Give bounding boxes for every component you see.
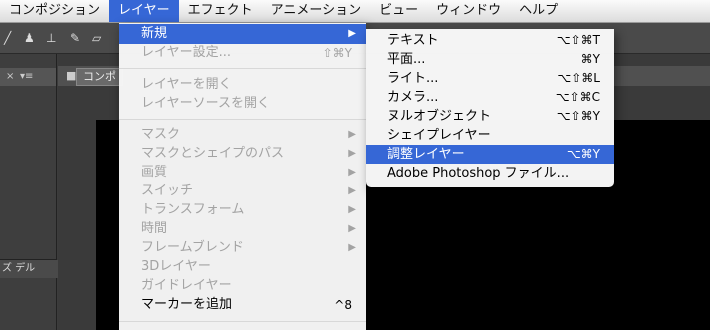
menubar-item-effect[interactable]: エフェクト	[179, 0, 262, 22]
menu-separator	[119, 119, 366, 120]
menu-item-frame-blending[interactable]: フレームブレンド ▶	[119, 238, 366, 258]
menu-item-label: レイヤー設定...	[141, 45, 232, 60]
timeline-column-header: ズ デル	[0, 260, 58, 278]
menu-item-label: レイヤーを開く	[141, 77, 232, 92]
lock-icon[interactable]: ■	[66, 69, 76, 82]
puppet-tool-icon[interactable]: ♟	[24, 32, 38, 44]
menu-item-mask[interactable]: マスク ▶	[119, 125, 366, 145]
eraser-tool-icon[interactable]: ▱	[92, 32, 106, 44]
menu-item-label: フレームブレンド	[141, 240, 244, 255]
submenu-item-label: シェイプレイヤー	[387, 128, 491, 143]
submenu-item-light[interactable]: ライト... ⌥⇧⌘L	[366, 69, 614, 88]
submenu-item-label: ライト...	[387, 71, 439, 86]
menubar-item-composition[interactable]: コンポジション	[0, 0, 109, 22]
menu-item-new[interactable]: 新規 ▶	[119, 24, 366, 44]
submenu-arrow-icon: ▶	[348, 223, 356, 234]
menu-item-label: レイヤーソースを開く	[141, 96, 270, 111]
submenu-item-photoshop-file[interactable]: Adobe Photoshop ファイル...	[366, 164, 614, 183]
submenu-item-shortcut: ⌘Y	[580, 52, 600, 66]
menu-item-transform[interactable]: トランスフォーム ▶	[119, 200, 366, 220]
submenu-item-label: Adobe Photoshop ファイル...	[387, 166, 570, 181]
menu-item-layer-settings[interactable]: レイヤー設定... ⇧⌘Y	[119, 43, 366, 63]
menu-separator	[119, 321, 366, 322]
menubar-item-view[interactable]: ビュー	[370, 0, 427, 22]
menubar-item-help[interactable]: ヘルプ	[510, 0, 567, 22]
menu-item-label: トランスフォーム	[141, 202, 245, 217]
menubar-item-layer[interactable]: レイヤー	[109, 0, 179, 22]
submenu-item-shortcut: ⌥⌘Y	[566, 147, 600, 161]
submenu-arrow-icon: ▶	[348, 28, 356, 39]
menu-item-label: マーカーを追加	[141, 297, 233, 312]
close-icon[interactable]: ×	[6, 71, 14, 82]
menu-item-mask-shape-path[interactable]: マスクとシェイプのパス ▶	[119, 144, 366, 164]
submenu-item-solid[interactable]: 平面... ⌘Y	[366, 50, 614, 69]
menu-item-quality[interactable]: 画質 ▶	[119, 163, 366, 183]
submenu-item-shape-layer[interactable]: シェイプレイヤー	[366, 126, 614, 145]
submenu-item-shortcut: ⌥⇧⌘C	[555, 90, 600, 104]
stamp-tool-icon[interactable]: ⊥	[46, 32, 60, 44]
submenu-arrow-icon: ▶	[348, 204, 356, 215]
menu-bar: コンポジション レイヤー エフェクト アニメーション ビュー ウィンドウ ヘルプ	[0, 0, 710, 23]
submenu-item-adjustment-layer[interactable]: 調整レイヤー ⌥⌘Y	[366, 145, 614, 164]
menu-item-label: 画質	[141, 165, 168, 180]
submenu-item-shortcut: ⌥⇧⌘T	[556, 33, 600, 47]
submenu-item-label: 調整レイヤー	[387, 147, 465, 162]
submenu-item-label: カメラ...	[387, 90, 439, 105]
submenu-item-shortcut: ⌥⇧⌘Y	[556, 109, 600, 123]
panel-menu-icon[interactable]: ▾≡	[20, 71, 33, 82]
menu-item-switches[interactable]: スイッチ ▶	[119, 181, 366, 201]
composition-tab[interactable]: コンポ	[76, 68, 123, 86]
menu-item-guide-layer[interactable]: ガイドレイヤー	[119, 276, 366, 296]
menu-item-label: スイッチ	[141, 183, 194, 198]
menu-item-add-marker[interactable]: マーカーを追加 ^8	[119, 295, 366, 315]
menu-item-label: マスクとシェイプのパス	[141, 146, 285, 161]
menu-item-open-layer[interactable]: レイヤーを開く	[119, 75, 366, 95]
menubar-item-window[interactable]: ウィンドウ	[427, 0, 510, 22]
menu-item-label: マスク	[141, 127, 181, 142]
menu-item-open-layer-source[interactable]: レイヤーソースを開く	[119, 94, 366, 114]
submenu-arrow-icon: ▶	[348, 129, 356, 140]
submenu-item-label: テキスト	[387, 33, 439, 48]
submenu-item-shortcut: ⌥⇧⌘L	[557, 71, 600, 85]
pen-tool-icon[interactable]: ╱	[4, 32, 18, 44]
submenu-item-label: ヌルオブジェクト	[387, 109, 492, 124]
submenu-arrow-icon: ▶	[348, 242, 356, 253]
menu-item-label: ガイドレイヤー	[141, 278, 232, 293]
menu-item-label: 3Dレイヤー	[141, 259, 211, 274]
menu-item-time[interactable]: 時間 ▶	[119, 219, 366, 239]
menu-item-label: 時間	[141, 221, 168, 236]
project-panel: × ▾≡ ズ デル	[0, 54, 58, 330]
menu-item-shortcut: ⇧⌘Y	[322, 46, 352, 60]
menu-item-label: 新規	[141, 26, 168, 41]
submenu-arrow-icon: ▶	[348, 185, 356, 196]
new-layer-submenu: テキスト ⌥⇧⌘T 平面... ⌘Y ライト... ⌥⇧⌘L カメラ... ⌥⇧…	[366, 29, 614, 187]
submenu-item-null-object[interactable]: ヌルオブジェクト ⌥⇧⌘Y	[366, 107, 614, 126]
menubar-item-animation[interactable]: アニメーション	[262, 0, 370, 22]
menu-item-3d-layer[interactable]: 3Dレイヤー	[119, 257, 366, 277]
layer-menu: 新規 ▶ レイヤー設定... ⇧⌘Y レイヤーを開く レイヤーソースを開く マス…	[119, 23, 366, 330]
submenu-item-text[interactable]: テキスト ⌥⇧⌘T	[366, 31, 614, 50]
submenu-item-camera[interactable]: カメラ... ⌥⇧⌘C	[366, 88, 614, 107]
submenu-arrow-icon: ▶	[348, 167, 356, 178]
menu-separator	[119, 68, 366, 69]
submenu-arrow-icon: ▶	[348, 148, 356, 159]
submenu-item-label: 平面...	[387, 52, 426, 67]
brush-tool-icon[interactable]: ✎	[70, 32, 84, 44]
menu-item-shortcut: ^8	[334, 298, 352, 312]
